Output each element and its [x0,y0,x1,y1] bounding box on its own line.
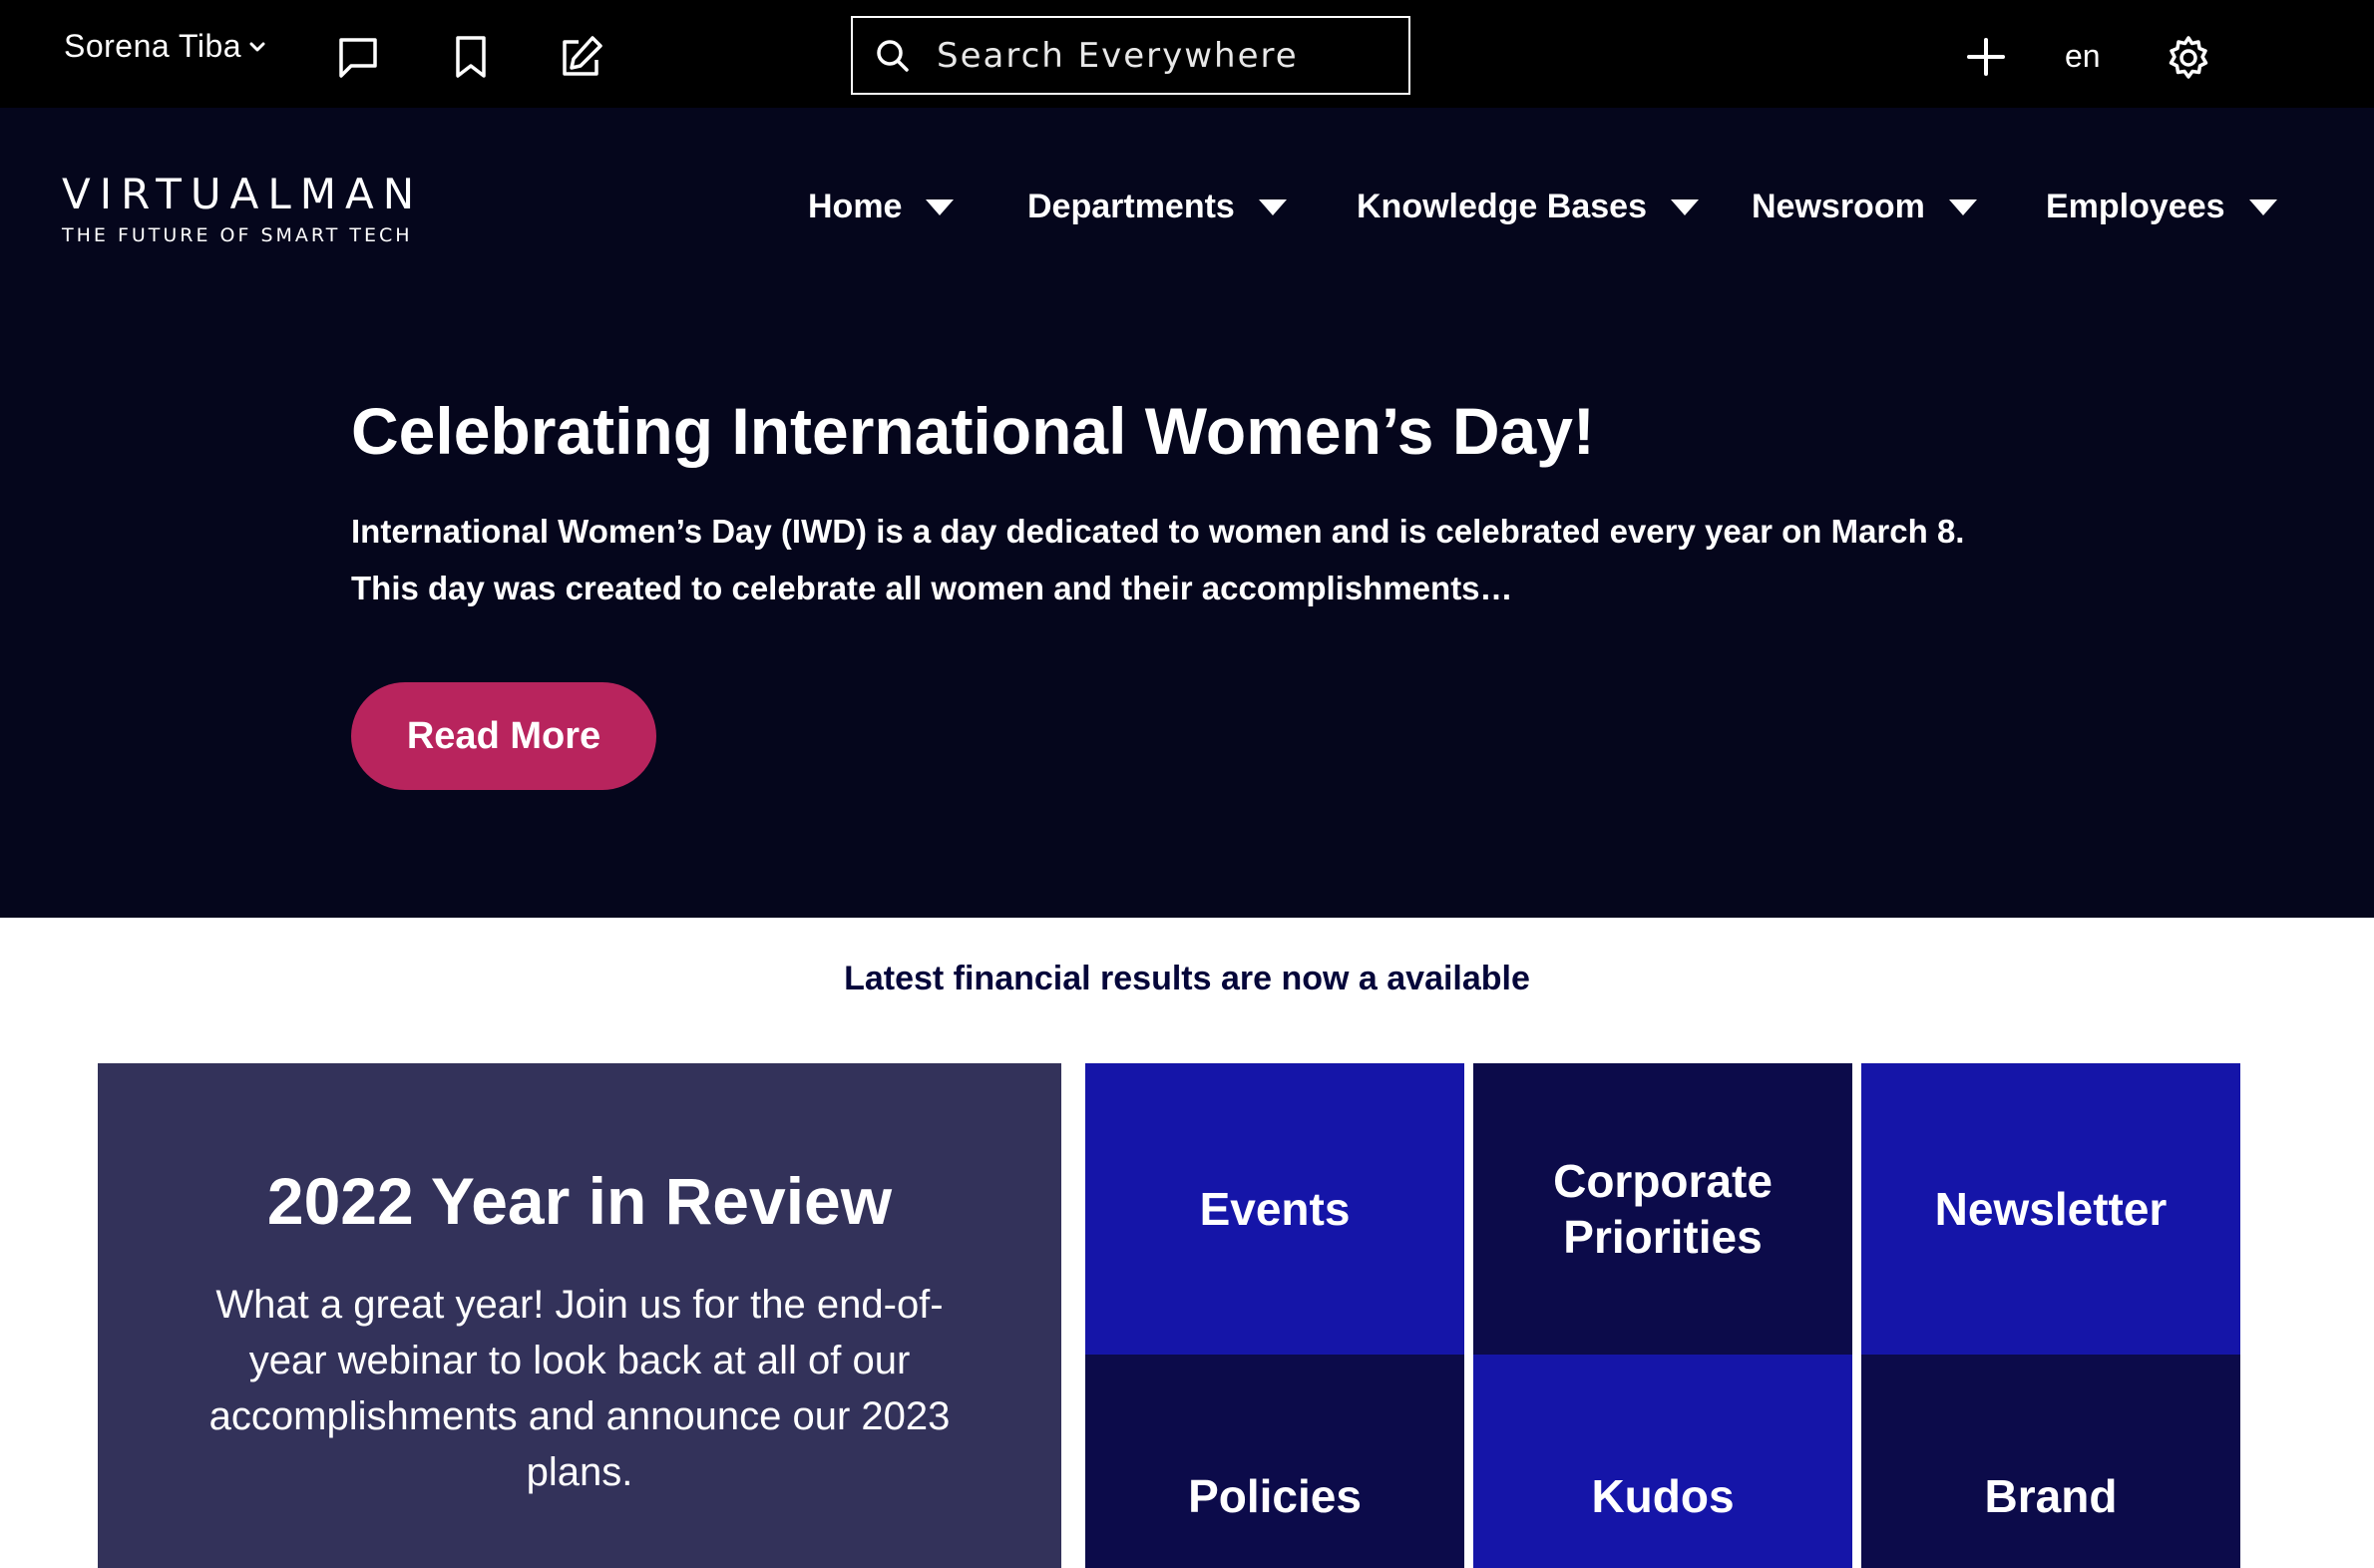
nav-item-label: Departments [1027,188,1235,225]
top-utility-bar: Sorena Tiba en [0,0,2374,108]
bookmark-icon[interactable] [446,32,496,82]
tile-label: Events [1199,1183,1351,1235]
caret-down-icon [1948,198,1977,215]
review-text: What a great year! Join us for the end-o… [208,1283,951,1494]
language-selector[interactable]: en [2065,38,2101,75]
chat-icon[interactable] [333,32,383,82]
search-icon [877,39,909,72]
brand-tagline: THE FUTURE OF SMART TECH [62,224,413,246]
nav-item-label: Employees [2046,188,2225,225]
nav-item-label: Knowledge Bases [1357,188,1647,225]
nav-item-newsroom[interactable]: Newsroom [1752,188,1977,226]
caret-down-icon [926,198,955,215]
caret-down-icon [2248,198,2277,215]
announcement-link[interactable]: Latest financial results are now a avail… [0,960,2374,998]
search-box[interactable] [851,16,1410,95]
tile-kudos[interactable]: Kudos [1473,1355,1852,1568]
nav-item-label: Newsroom [1752,188,1925,225]
brand-name: VIRTUALMAN [62,170,424,218]
year-in-review-card[interactable]: 2022 Year in Review What a great year! J… [98,1063,1061,1568]
chevron-down-icon [249,42,265,51]
nav-item-home[interactable]: Home [808,188,955,226]
read-more-button[interactable]: Read More [351,682,656,790]
tile-brand[interactable]: Brand [1861,1355,2240,1568]
hero-text: International Women’s Day (IWD) is a day… [351,513,1965,606]
tile-label: Policies [1188,1470,1362,1522]
gear-icon[interactable] [2165,34,2212,82]
nav-item-knowledge-bases[interactable]: Knowledge Bases [1357,188,1699,226]
review-title: 2022 Year in Review [266,1164,893,1238]
plus-icon[interactable] [1963,34,2009,80]
tile-corporate-priorities[interactable]: Corporate Priorities [1473,1063,1852,1355]
user-name: Sorena Tiba [64,28,242,64]
edit-icon[interactable] [557,32,606,82]
hero-title: Celebrating International Women’s Day! [351,394,1595,468]
hero-section: VIRTUALMAN THE FUTURE OF SMART TECH Home… [0,108,2374,918]
tile-label: Brand [1984,1470,2118,1522]
user-menu[interactable]: Sorena Tiba [64,28,267,65]
nav-item-label: Home [808,188,903,225]
tile-label: Kudos [1591,1470,1735,1522]
tile-label: Corporate Priorities [1553,1155,1773,1263]
brand-logo[interactable]: VIRTUALMAN THE FUTURE OF SMART TECH [62,170,423,246]
tile-newsletter[interactable]: Newsletter [1861,1063,2240,1355]
tile-policies[interactable]: Policies [1085,1355,1464,1568]
caret-down-icon [1670,198,1699,215]
nav-item-employees[interactable]: Employees [2046,188,2277,226]
tile-label: Newsletter [1934,1183,2168,1235]
nav-item-departments[interactable]: Departments [1027,188,1287,226]
tile-events[interactable]: Events [1085,1063,1464,1355]
search-input[interactable] [937,35,1376,76]
caret-down-icon [1258,198,1287,215]
